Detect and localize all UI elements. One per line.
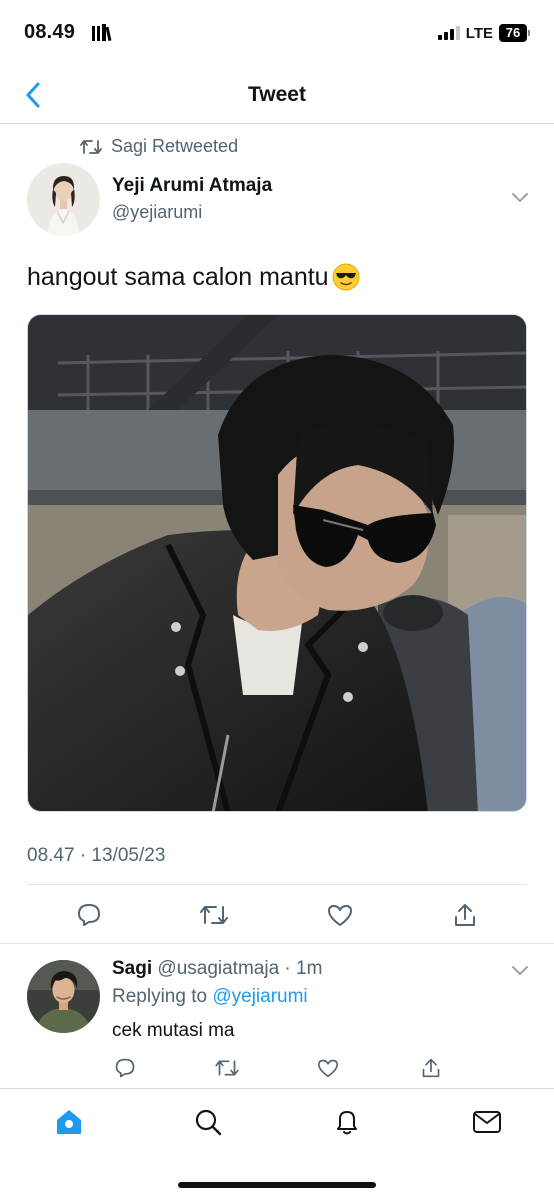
replying-mention-link[interactable]: @yejiarumi [212, 986, 307, 1007]
author-name[interactable]: Yeji Arumi Atmaja [112, 175, 272, 197]
home-icon [57, 1110, 81, 1134]
tweet-options-button[interactable] [512, 190, 528, 208]
retweet-icon [200, 906, 228, 924]
search-icon [195, 1109, 222, 1136]
retweet-context[interactable]: Sagi Retweeted [80, 136, 238, 157]
divider [0, 943, 554, 944]
reply-options-button[interactable] [512, 963, 528, 981]
status-time: 08.49 [24, 21, 76, 43]
tweet-actions [27, 898, 527, 932]
books-icon [91, 24, 113, 47]
chevron-down-icon [512, 193, 528, 203]
retweet-button[interactable] [197, 898, 231, 932]
chevron-down-icon [512, 966, 528, 976]
replying-prefix: Replying to [112, 986, 208, 1007]
home-indicator [178, 1182, 376, 1188]
replying-to: Replying to @yejiarumi [112, 986, 308, 1008]
signal-icon [437, 26, 460, 40]
tab-search[interactable] [191, 1105, 225, 1139]
reply-actions [112, 1055, 454, 1083]
divider [27, 884, 527, 885]
sunglasses-emoji-icon [332, 263, 360, 291]
reply-share-button[interactable] [418, 1055, 444, 1081]
status-indicators: LTE 76 [437, 24, 530, 42]
share-icon [455, 904, 475, 926]
author-handle[interactable]: @yejiarumi [112, 202, 202, 223]
like-icon [318, 1059, 338, 1078]
share-button[interactable] [448, 898, 482, 932]
network-label: LTE [465, 24, 493, 42]
like-button[interactable] [323, 898, 357, 932]
nav-header: Tweet [0, 66, 554, 124]
reply-avatar[interactable] [27, 960, 100, 1033]
reply-author-name[interactable]: Sagi [112, 958, 152, 979]
tab-home[interactable] [52, 1105, 86, 1139]
tweet-text: hangout sama calon mantu [27, 262, 361, 292]
tweet-text-content: hangout sama calon mantu [27, 262, 329, 291]
messages-icon [473, 1111, 501, 1133]
retweet-icon [215, 1060, 239, 1076]
tab-notifications[interactable] [330, 1105, 364, 1139]
reply-icon [115, 1058, 135, 1078]
reply-like-button[interactable] [315, 1055, 341, 1081]
tweet-media-image[interactable] [27, 314, 527, 812]
retweet-icon [80, 139, 102, 154]
battery-level: 76 [499, 24, 527, 42]
reply-meta: @usagiatmaja · 1m [157, 958, 323, 979]
retweeted-by-label: Sagi Retweeted [111, 136, 239, 156]
reply-reply-button[interactable] [112, 1055, 138, 1081]
notifications-icon [337, 1111, 357, 1135]
like-icon [328, 905, 352, 926]
avatar[interactable] [27, 163, 100, 236]
status-bar: 08.49 LTE 76 [0, 0, 554, 66]
reply-header: Sagi @usagiatmaja · 1m [112, 958, 322, 980]
reply-icon [78, 904, 100, 926]
tab-messages[interactable] [470, 1105, 504, 1139]
reply-button[interactable] [72, 898, 106, 932]
reply-retweet-button[interactable] [214, 1055, 240, 1081]
share-icon [422, 1058, 440, 1078]
page-title: Tweet [248, 83, 306, 106]
reply-text: cek mutasi ma [112, 1020, 235, 1041]
battery-icon: 76 [499, 24, 530, 42]
tweet-timestamp[interactable]: 08.47 · 13/05/23 [27, 845, 165, 867]
